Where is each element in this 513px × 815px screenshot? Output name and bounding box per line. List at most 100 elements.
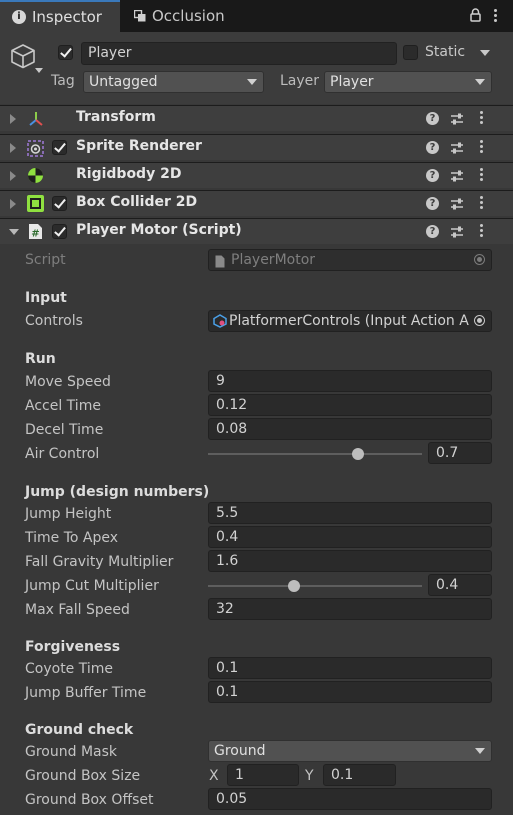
- rigidbody-2d-icon: [27, 167, 44, 188]
- lock-icon[interactable]: [470, 8, 481, 26]
- air-control-slider-thumb[interactable]: [351, 448, 364, 460]
- tab-label: Inspector: [32, 8, 102, 26]
- box-collider-2d-icon: [27, 195, 44, 216]
- jump-height-field[interactable]: 5.5: [208, 502, 492, 524]
- tab-label: Occlusion: [152, 7, 225, 25]
- component-rigidbody-2d[interactable]: Rigidbody 2D ?: [0, 162, 513, 188]
- coyote-time-field[interactable]: 0.1: [208, 657, 492, 679]
- presets-icon[interactable]: [450, 112, 464, 130]
- foldout-arrow-icon[interactable]: [10, 114, 16, 124]
- script-field: PlayerMotor: [208, 249, 492, 271]
- script-value: PlayerMotor: [231, 252, 316, 268]
- layer-dropdown[interactable]: Player: [324, 71, 492, 93]
- component-title: Rigidbody 2D: [76, 166, 182, 182]
- jump-cut-field[interactable]: 0.4: [428, 574, 492, 596]
- component-enabled-toggle[interactable]: [52, 196, 67, 211]
- gameobject-icon[interactable]: [9, 42, 37, 74]
- occlusion-icon: [133, 9, 146, 22]
- jump-cut-slider-thumb[interactable]: [287, 580, 300, 592]
- chevron-down-icon: [247, 79, 257, 85]
- object-name-field[interactable]: Player: [81, 42, 397, 65]
- gameobject-icon-dropdown[interactable]: [35, 68, 43, 73]
- fall-gravity-field[interactable]: 1.6: [208, 550, 492, 572]
- ground-box-size-x-label: X: [209, 768, 219, 784]
- script-label: Script: [25, 252, 66, 268]
- object-picker-icon: [474, 254, 485, 265]
- component-menu-icon[interactable]: [480, 224, 483, 239]
- presets-icon[interactable]: [450, 197, 464, 215]
- transform-icon: [28, 111, 44, 131]
- jump-buffer-field[interactable]: 0.1: [208, 681, 492, 703]
- static-dropdown-arrow[interactable]: [480, 50, 490, 56]
- help-icon[interactable]: ?: [426, 141, 439, 154]
- section-jump: Jump (design numbers): [25, 484, 210, 500]
- component-title: Box Collider 2D: [76, 194, 198, 210]
- controls-value: PlatformerControls (Input Action A: [229, 313, 469, 329]
- layer-label: Layer: [280, 73, 320, 89]
- air-control-field[interactable]: 0.7: [428, 442, 492, 464]
- presets-icon[interactable]: [450, 225, 464, 243]
- tag-label: Tag: [51, 73, 75, 89]
- script-asset-icon: [215, 254, 225, 270]
- component-menu-icon[interactable]: [480, 168, 483, 183]
- ground-box-offset-field[interactable]: 0.05: [208, 788, 492, 810]
- component-title: Transform: [76, 109, 156, 125]
- move-speed-field[interactable]: 9: [208, 370, 492, 392]
- decel-time-field[interactable]: 0.08: [208, 418, 492, 440]
- ground-box-size-x-field[interactable]: 1: [227, 764, 299, 786]
- help-icon[interactable]: ?: [426, 225, 439, 238]
- jump-height-label: Jump Height: [25, 506, 112, 522]
- section-run: Run: [25, 351, 56, 367]
- ground-box-size-label: Ground Box Size: [25, 768, 141, 784]
- jump-cut-slider-track[interactable]: [208, 585, 422, 587]
- component-enabled-toggle[interactable]: [52, 140, 67, 155]
- section-ground-check: Ground check: [25, 722, 134, 738]
- component-player-motor[interactable]: # Player Motor (Script) ?: [0, 218, 513, 244]
- ground-mask-dropdown[interactable]: Ground: [208, 740, 492, 762]
- svg-text:#: #: [31, 229, 39, 240]
- air-control-label: Air Control: [25, 446, 100, 462]
- ground-mask-label: Ground Mask: [25, 744, 118, 760]
- component-sprite-renderer[interactable]: Sprite Renderer ?: [0, 134, 513, 160]
- component-menu-icon[interactable]: [480, 140, 483, 155]
- help-icon[interactable]: ?: [426, 169, 439, 182]
- help-icon[interactable]: ?: [426, 197, 439, 210]
- max-fall-speed-label: Max Fall Speed: [25, 602, 130, 618]
- component-box-collider-2d[interactable]: Box Collider 2D ?: [0, 190, 513, 216]
- controls-label: Controls: [25, 313, 83, 329]
- gameobject-header: Player Static Tag Untagged Layer Player: [0, 32, 513, 104]
- sprite-renderer-icon: [27, 140, 44, 161]
- component-title: Sprite Renderer: [76, 138, 202, 154]
- ground-box-size-y-field[interactable]: 0.1: [323, 764, 396, 786]
- jump-cut-label: Jump Cut Multiplier: [25, 578, 159, 594]
- static-toggle[interactable]: [403, 45, 418, 60]
- help-icon[interactable]: ?: [426, 112, 439, 125]
- component-title: Player Motor (Script): [76, 222, 242, 238]
- foldout-arrow-icon[interactable]: [9, 229, 19, 235]
- air-control-slider-track[interactable]: [208, 453, 422, 455]
- script-icon: #: [28, 223, 43, 244]
- component-menu-icon[interactable]: [480, 111, 483, 126]
- controls-field[interactable]: PlatformerControls (Input Action A: [208, 310, 492, 332]
- max-fall-speed-field[interactable]: 32: [208, 598, 492, 620]
- section-input: Input: [25, 290, 67, 306]
- presets-icon[interactable]: [450, 169, 464, 187]
- fall-gravity-label: Fall Gravity Multiplier: [25, 554, 174, 570]
- accel-time-field[interactable]: 0.12: [208, 394, 492, 416]
- move-speed-label: Move Speed: [25, 374, 111, 390]
- more-options-icon[interactable]: [494, 9, 497, 24]
- decel-time-label: Decel Time: [25, 422, 104, 438]
- foldout-arrow-icon[interactable]: [10, 199, 16, 209]
- component-enabled-toggle[interactable]: [52, 224, 67, 239]
- object-picker-icon[interactable]: [474, 315, 485, 326]
- tab-occlusion[interactable]: Occlusion: [122, 0, 252, 32]
- presets-icon[interactable]: [450, 141, 464, 159]
- tag-dropdown[interactable]: Untagged: [83, 71, 264, 93]
- component-transform[interactable]: Transform ?: [0, 105, 513, 131]
- foldout-arrow-icon[interactable]: [10, 143, 16, 153]
- active-toggle[interactable]: [58, 45, 73, 60]
- time-to-apex-field[interactable]: 0.4: [208, 526, 492, 548]
- foldout-arrow-icon[interactable]: [10, 171, 16, 181]
- component-menu-icon[interactable]: [480, 196, 483, 211]
- tab-inspector[interactable]: i Inspector: [0, 0, 120, 32]
